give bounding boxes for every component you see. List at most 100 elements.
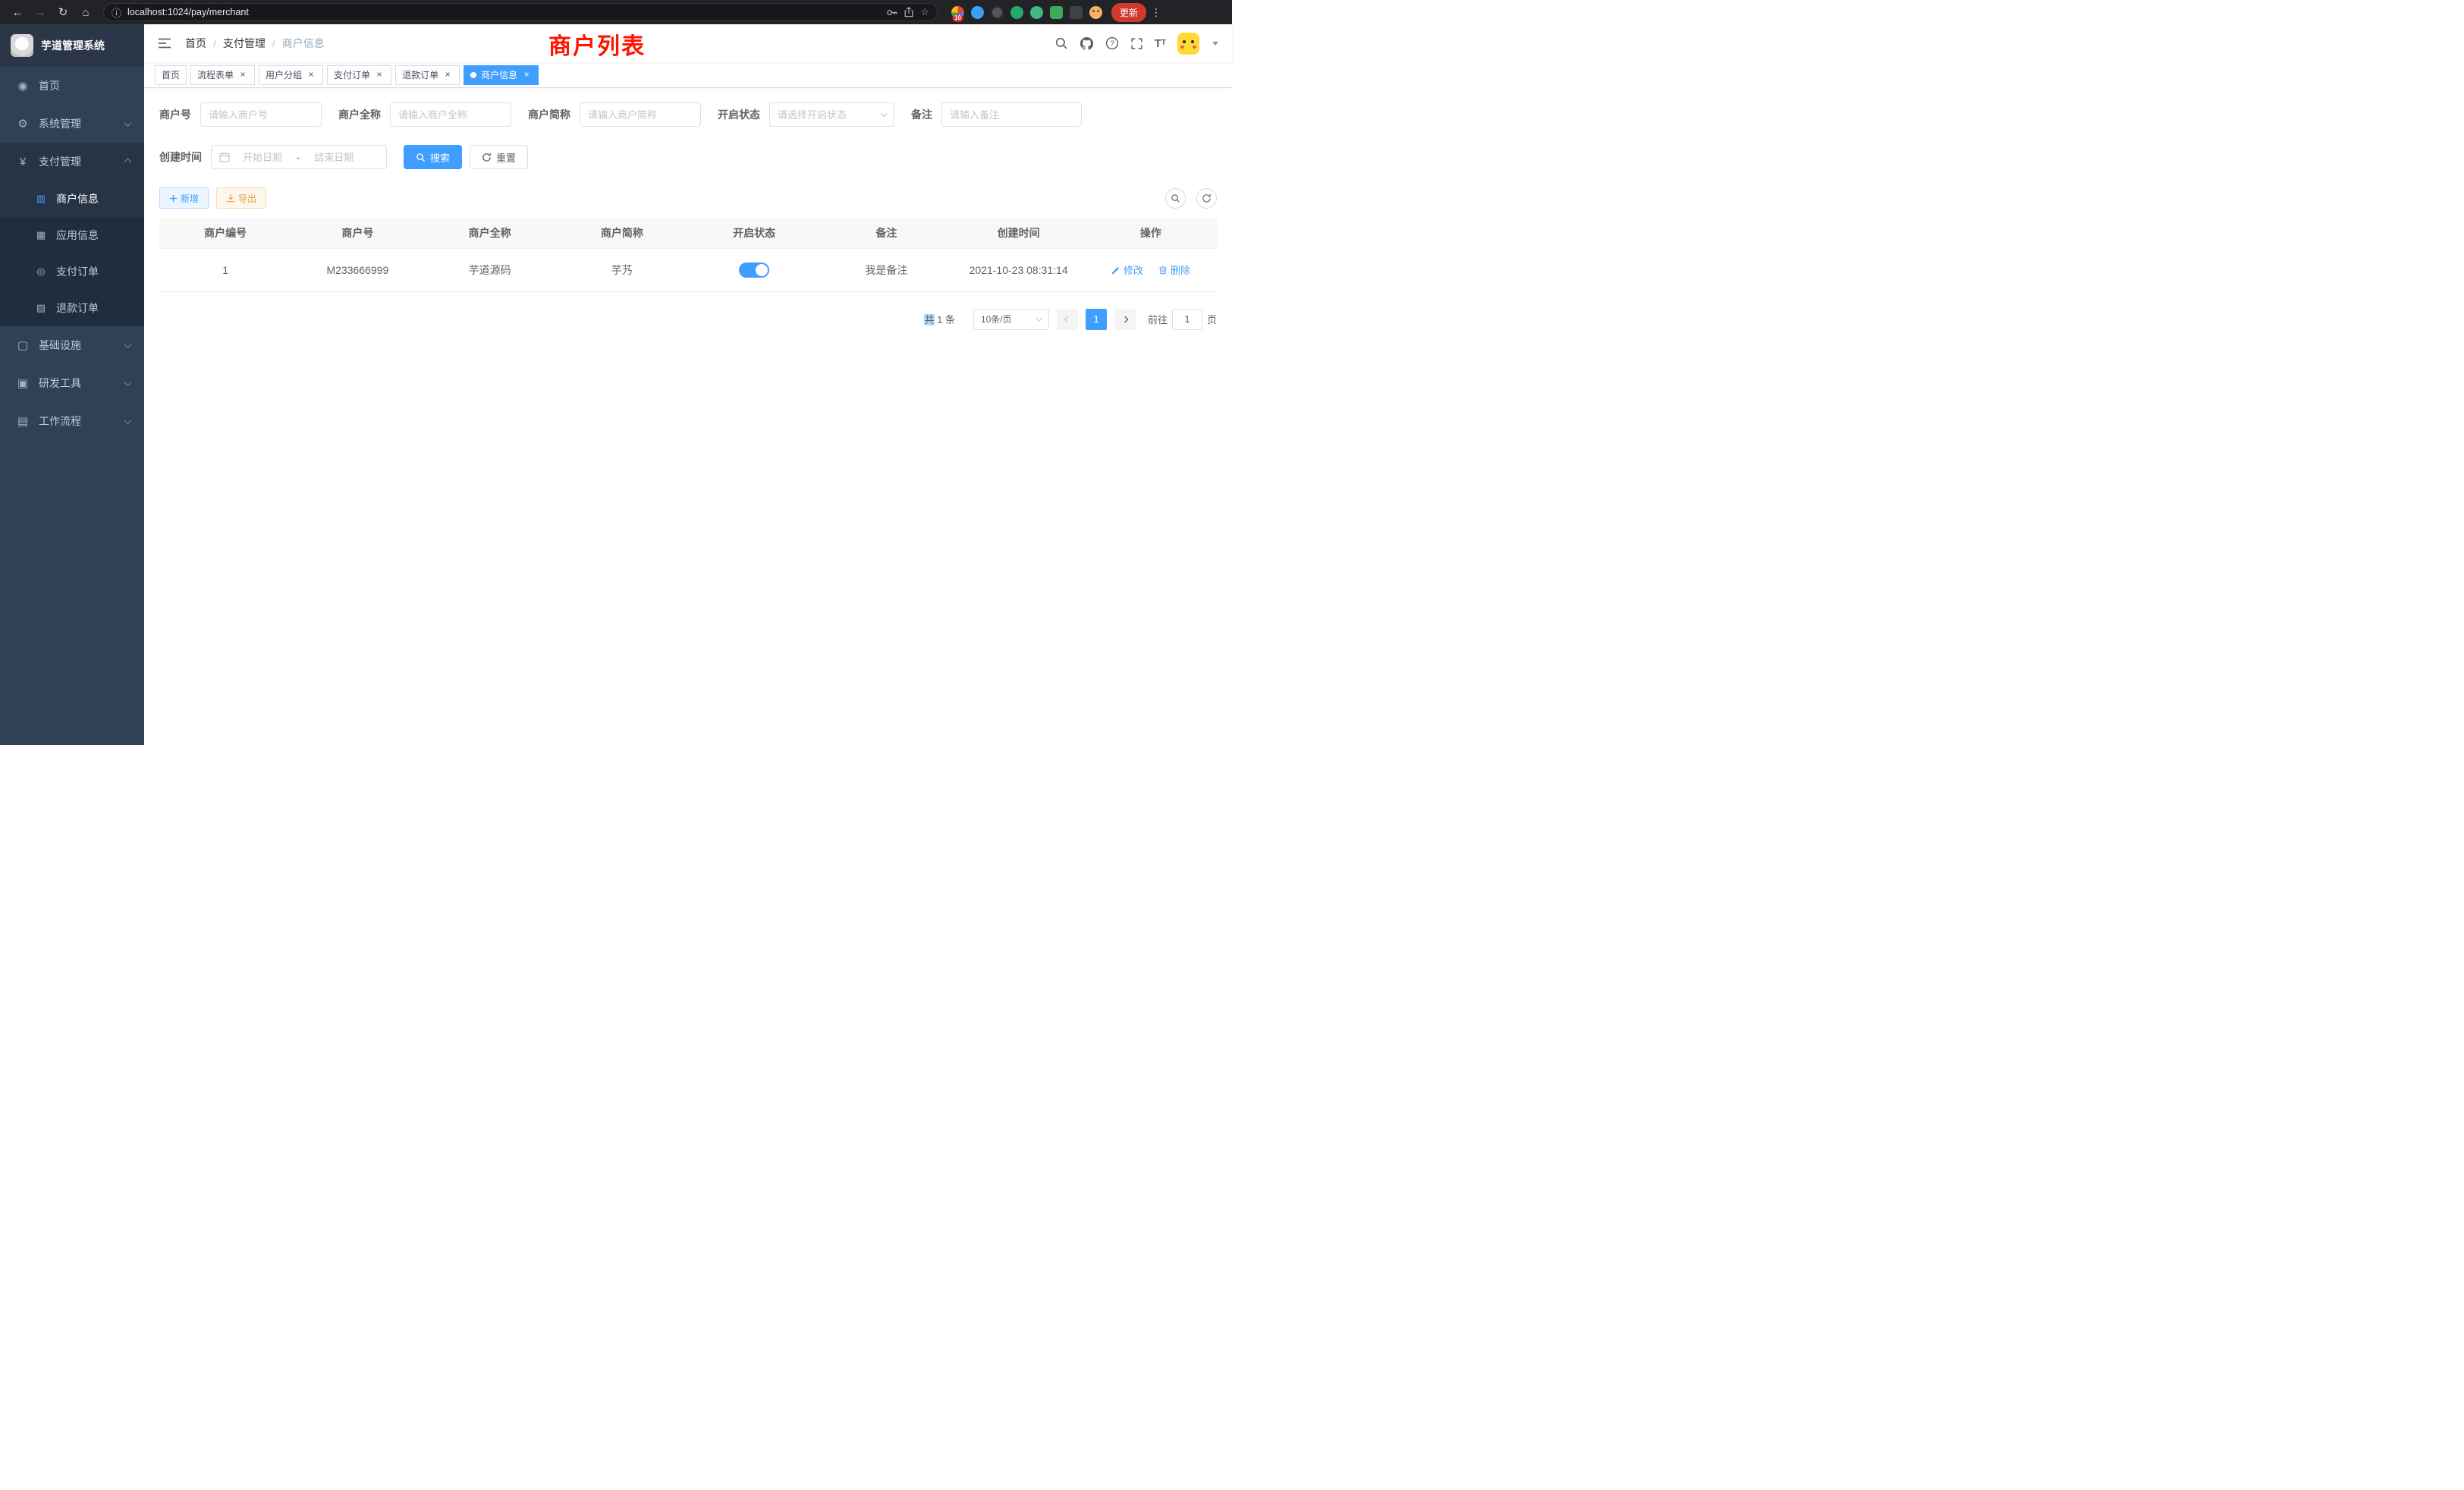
breadcrumb-home[interactable]: 首页 xyxy=(185,36,206,51)
page-number-1[interactable]: 1 xyxy=(1086,309,1107,330)
sidebar-item-home[interactable]: ◉ 首页 xyxy=(0,67,144,105)
full-name-input[interactable] xyxy=(398,109,503,121)
tab-merchant-info[interactable]: 商户信息 × xyxy=(464,65,539,85)
tab-process-form[interactable]: 流程表单 × xyxy=(190,65,255,85)
sidebar-item-infrastructure[interactable]: ▢ 基础设施 xyxy=(0,326,144,364)
field-label: 商户简称 xyxy=(528,107,570,122)
browser-menu-icon[interactable]: ⋮ xyxy=(1149,6,1163,19)
date-range-picker[interactable]: - xyxy=(211,145,387,169)
close-icon[interactable]: × xyxy=(374,70,385,80)
font-size-icon[interactable]: TT xyxy=(1155,38,1166,49)
close-icon[interactable]: × xyxy=(237,70,248,80)
start-date-input[interactable] xyxy=(234,152,291,163)
svg-text:?: ? xyxy=(1110,39,1114,48)
reset-button[interactable]: 重置 xyxy=(470,145,528,169)
extension-colorwheel-icon[interactable]: 10 xyxy=(951,6,964,19)
avatar[interactable] xyxy=(1177,33,1199,55)
bookmark-star-icon[interactable]: ☆ xyxy=(920,6,929,18)
sidebar-toggle-icon[interactable] xyxy=(158,37,171,49)
sidebar-item-workflow[interactable]: ▤ 工作流程 xyxy=(0,402,144,440)
browser-forward-icon[interactable]: → xyxy=(30,2,50,22)
password-key-icon[interactable] xyxy=(886,7,897,18)
cell-merchant-id: 1 xyxy=(159,248,291,291)
status-toggle[interactable] xyxy=(739,262,769,278)
link-label: 删除 xyxy=(1171,262,1190,277)
edit-button[interactable]: 修改 xyxy=(1111,262,1143,277)
button-label: 重置 xyxy=(496,150,516,165)
tab-user-group[interactable]: 用户分组 × xyxy=(259,65,323,85)
browser-home-icon[interactable]: ⌂ xyxy=(76,2,96,22)
sidebar-subitem-app-info[interactable]: ▦ 应用信息 xyxy=(0,217,144,253)
search-icon[interactable] xyxy=(1054,36,1068,50)
status-select[interactable] xyxy=(769,102,894,127)
goto-page-input[interactable] xyxy=(1172,309,1202,330)
extension-vue-devtools-icon[interactable] xyxy=(1030,6,1043,19)
tab-home[interactable]: 首页 xyxy=(155,65,187,85)
cell-actions: 修改 删除 xyxy=(1085,248,1217,291)
extension-dark-icon[interactable] xyxy=(991,6,1004,19)
close-icon[interactable]: × xyxy=(521,70,532,80)
field-label: 商户号 xyxy=(159,107,191,122)
refresh-table-icon[interactable] xyxy=(1196,188,1217,209)
close-icon[interactable]: × xyxy=(442,70,453,80)
toggle-search-icon[interactable] xyxy=(1165,188,1186,209)
table-header-row: 商户编号 商户号 商户全称 商户简称 开启状态 备注 创建时间 操作 xyxy=(159,218,1217,248)
sidebar-item-devtools[interactable]: ▣ 研发工具 xyxy=(0,364,144,402)
filter-short-name: 商户简称 xyxy=(528,102,701,127)
breadcrumb-current: 商户信息 xyxy=(282,36,325,51)
tab-refund-order[interactable]: 退款订单 × xyxy=(395,65,460,85)
browser-reload-icon[interactable]: ↻ xyxy=(53,2,73,22)
help-icon[interactable]: ? xyxy=(1105,36,1119,50)
extension-notes-icon[interactable] xyxy=(1050,6,1063,19)
delete-button[interactable]: 删除 xyxy=(1158,262,1190,277)
extension-green-icon[interactable] xyxy=(1010,6,1023,19)
tab-label: 支付订单 xyxy=(334,68,370,81)
url-text[interactable]: localhost:1024/pay/merchant xyxy=(127,7,880,17)
close-icon[interactable]: × xyxy=(306,70,316,80)
chevron-left-icon xyxy=(1064,316,1070,322)
browser-update-button[interactable]: 更新 xyxy=(1111,3,1146,22)
avatar-caret-icon[interactable] xyxy=(1212,42,1218,46)
add-button[interactable]: 新增 xyxy=(159,187,209,209)
app-logo[interactable]: 芋道管理系统 xyxy=(0,24,144,67)
sidebar-item-payment[interactable]: ¥ 支付管理 xyxy=(0,143,144,181)
app-title: 芋道管理系统 xyxy=(41,38,105,53)
sidebar-subitem-pay-order[interactable]: ◎ 支付订单 xyxy=(0,253,144,290)
github-icon[interactable] xyxy=(1080,36,1094,51)
extension-droplet-icon[interactable] xyxy=(971,6,984,19)
share-icon[interactable] xyxy=(904,7,914,17)
browser-back-icon[interactable]: ← xyxy=(8,2,27,22)
site-info-icon[interactable]: ⓘ xyxy=(112,5,121,20)
tab-pay-order[interactable]: 支付订单 × xyxy=(327,65,391,85)
extension-pin-icon[interactable] xyxy=(1070,6,1083,19)
breadcrumb-payment[interactable]: 支付管理 xyxy=(223,36,266,51)
tab-label: 用户分组 xyxy=(266,68,302,81)
chevron-down-icon xyxy=(124,379,132,386)
page-size-select[interactable]: 10条/页 xyxy=(973,309,1049,330)
tab-label: 退款订单 xyxy=(402,68,438,81)
chevron-down-icon xyxy=(1036,315,1042,321)
prev-page-button[interactable] xyxy=(1057,309,1078,330)
main-area: 首页 / 支付管理 / 商户信息 ? TT xyxy=(144,24,1232,745)
short-name-input[interactable] xyxy=(588,109,693,121)
remark-input[interactable] xyxy=(950,109,1073,121)
sidebar-item-system[interactable]: ⚙ 系统管理 xyxy=(0,105,144,143)
browser-profile-avatar[interactable] xyxy=(1089,6,1102,19)
tab-label: 流程表单 xyxy=(197,68,234,81)
merchant-no-input[interactable] xyxy=(209,109,313,121)
browser-chrome: ← → ↻ ⌂ ⓘ localhost:1024/pay/merchant ☆ … xyxy=(0,0,1232,24)
end-date-input[interactable] xyxy=(306,152,362,163)
selected-text: 共 xyxy=(924,314,934,325)
sidebar-subitem-refund-order[interactable]: ▧ 退款订单 xyxy=(0,290,144,326)
app-grid-icon: ▦ xyxy=(33,229,49,241)
sidebar-subitem-merchant-info[interactable]: ▥ 商户信息 xyxy=(0,181,144,217)
search-button[interactable]: 搜索 xyxy=(404,145,462,169)
navbar-actions: ? TT xyxy=(1054,33,1218,55)
devtools-icon: ▣ xyxy=(15,376,30,390)
address-bar[interactable]: ⓘ localhost:1024/pay/merchant ☆ xyxy=(103,3,938,21)
merchant-card-icon: ▥ xyxy=(33,193,49,205)
fullscreen-icon[interactable] xyxy=(1130,37,1143,50)
status-select-input[interactable] xyxy=(778,109,877,121)
next-page-button[interactable] xyxy=(1114,309,1136,330)
export-button[interactable]: 导出 xyxy=(216,187,266,209)
